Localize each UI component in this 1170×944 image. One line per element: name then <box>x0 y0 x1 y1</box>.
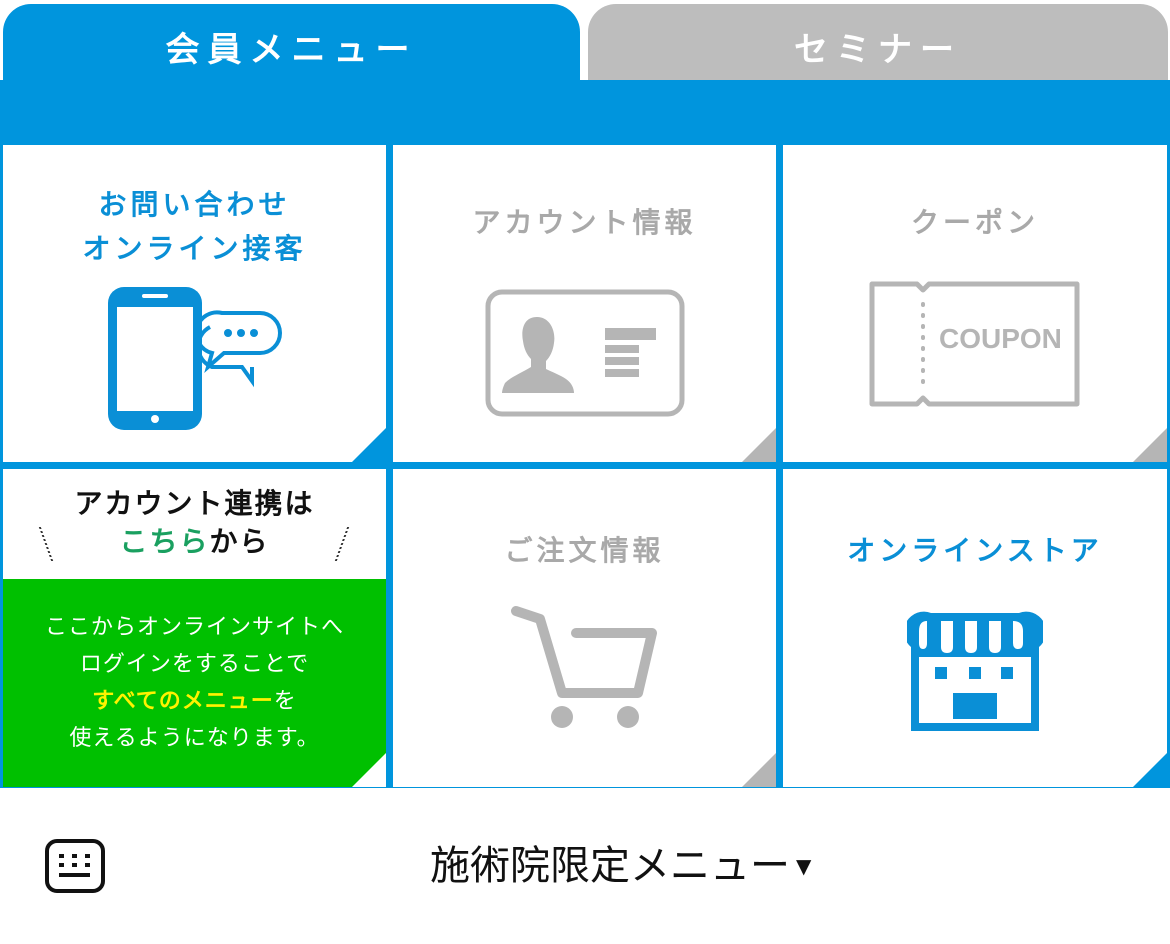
corner-marker <box>1133 753 1167 787</box>
tile-inquiry-line1: お問い合わせ <box>98 188 291 221</box>
tile-coupon-label: クーポン <box>910 206 1039 239</box>
menu-title-label: 施術院限定メニュー <box>430 843 790 889</box>
tile-inquiry-line2: オンライン接客 <box>82 232 307 265</box>
corner-marker <box>352 428 386 462</box>
corner-marker <box>352 753 386 787</box>
tile-account-link[interactable]: アカウント連携は こちらから ここからオンラインサイトへ ログインをすることで … <box>3 469 386 787</box>
tile-coupon[interactable]: クーポン COUPON <box>783 145 1167 462</box>
chevron-down-icon: ▼ <box>796 854 812 878</box>
desc-line: ログインをすることで <box>79 652 310 677</box>
coupon-icon-text: COUPON <box>939 323 1062 354</box>
desc-highlight: すべてのメニュー <box>92 689 274 714</box>
tile-inquiry[interactable]: お問い合わせ オンライン接客 <box>3 145 386 462</box>
tile-account-info[interactable]: アカウント情報 <box>393 145 776 462</box>
tile-online-store-label: オンラインストア <box>847 534 1103 567</box>
account-link-title-rest: から <box>209 525 270 558</box>
tile-order-info-label: ご注文情報 <box>504 534 665 567</box>
corner-marker <box>742 753 776 787</box>
storefront-icon <box>907 611 1043 731</box>
rich-menu-toggle[interactable]: 施術院限定メニュー ▼ <box>430 838 811 894</box>
tile-online-store[interactable]: オンラインストア <box>783 469 1167 787</box>
id-card-icon <box>485 289 684 417</box>
corner-marker <box>1133 428 1167 462</box>
tile-order-info[interactable]: ご注文情報 <box>393 469 776 787</box>
corner-marker <box>742 428 776 462</box>
tile-account-info-label: アカウント情報 <box>472 206 697 239</box>
desc-line: ここからオンラインサイトへ <box>44 615 344 640</box>
shopping-cart-icon <box>510 606 657 728</box>
smartphone-chat-icon <box>107 287 282 430</box>
keyboard-icon[interactable] <box>44 838 106 894</box>
account-link-description: ここからオンラインサイトへ ログインをすることで すべてのメニューを 使えるよう… <box>3 579 386 787</box>
coupon-ticket-icon: COUPON <box>867 279 1083 409</box>
desc-line: 使えるようになります。 <box>69 726 320 751</box>
account-link-highlight: こちら <box>119 525 210 558</box>
desc-line: を <box>273 689 297 714</box>
account-link-title-line1: アカウント連携は <box>74 487 315 520</box>
